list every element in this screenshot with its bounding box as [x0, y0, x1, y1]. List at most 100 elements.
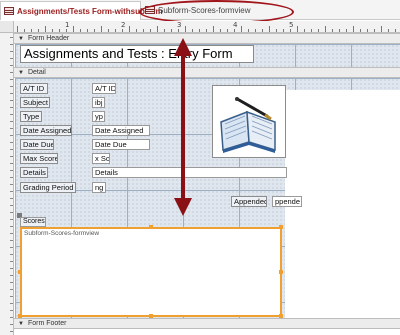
ruler-tick	[143, 29, 144, 32]
form-footer-bar[interactable]: ▼ Form Footer	[14, 318, 400, 329]
ruler-tick	[10, 324, 13, 325]
ruler-tick	[10, 142, 13, 143]
ruler-tick	[395, 29, 396, 32]
ruler-tick	[360, 29, 361, 32]
ruler-tick	[10, 93, 13, 94]
ruler-tick	[10, 191, 13, 192]
ruler-tick	[332, 29, 333, 32]
ruler-tick	[248, 29, 249, 32]
ruler-tick	[192, 29, 193, 32]
ruler-tick	[10, 100, 13, 101]
max-score-field[interactable]: x Sc	[92, 153, 110, 164]
resize-handle[interactable]	[279, 225, 283, 229]
ruler-tick	[234, 29, 235, 32]
date-assigned-label[interactable]: Date Assigned	[20, 125, 72, 136]
ruler-tick	[10, 135, 13, 136]
ruler-tick	[10, 275, 13, 276]
book-image[interactable]	[212, 85, 286, 158]
ruler-tick	[94, 29, 95, 32]
ruler-mark: 2	[121, 21, 126, 29]
ruler-tick	[262, 29, 263, 32]
ruler-tick	[10, 128, 13, 129]
resize-handle[interactable]	[149, 225, 153, 229]
at-id-field[interactable]: A/T ID	[92, 83, 116, 94]
date-due-field[interactable]: Date Due	[92, 139, 150, 150]
ruler-tick	[325, 26, 326, 32]
appended-field[interactable]: ppende	[272, 196, 302, 207]
appended-label[interactable]: Appended	[231, 196, 267, 207]
ruler-tick	[10, 282, 13, 283]
ruler-tick	[227, 29, 228, 32]
ruler-tick	[178, 29, 179, 32]
ruler-corner[interactable]	[0, 21, 14, 33]
section-label: Detail	[27, 69, 46, 76]
section-label: Form Footer	[27, 320, 67, 327]
subject-label[interactable]: Subject	[20, 97, 50, 108]
details-label[interactable]: Details	[20, 167, 48, 178]
ruler-tick	[311, 29, 312, 32]
ruler-tick	[10, 184, 13, 185]
ruler-tick	[10, 219, 13, 220]
ruler-tick	[10, 289, 13, 290]
ruler-tick	[38, 29, 39, 32]
horizontal-ruler[interactable]: 1 2 3 4 5	[14, 21, 400, 33]
ruler-tick	[304, 29, 305, 32]
ruler-tick	[213, 26, 214, 32]
ruler-tick	[101, 26, 102, 32]
type-field[interactable]: yp	[92, 111, 105, 122]
ruler-tick	[10, 121, 13, 122]
ruler-mark: 1	[65, 21, 70, 29]
ruler-tick	[10, 44, 13, 45]
ruler-tick	[150, 29, 151, 32]
form-title[interactable]: Assignments and Tests : Entry Form	[20, 45, 254, 63]
ruler-tick	[353, 26, 354, 32]
resize-handle[interactable]	[279, 270, 283, 274]
max-score-label[interactable]: Max Score	[20, 153, 58, 164]
grading-period-field[interactable]: ng F	[92, 182, 106, 193]
subform-scores-control[interactable]: Subform-Scores-formview	[20, 227, 282, 317]
ruler-tick	[346, 29, 347, 32]
ruler-tick	[10, 37, 13, 38]
date-assigned-field[interactable]: Date Assigned	[92, 125, 150, 136]
type-label[interactable]: Type	[20, 111, 42, 122]
ruler-tick	[10, 149, 13, 150]
ruler-tick	[10, 170, 13, 171]
resize-handle[interactable]	[18, 270, 22, 274]
ruler-tick	[10, 247, 13, 248]
ruler-tick	[388, 29, 389, 32]
ruler-tick	[10, 107, 13, 108]
grading-period-label[interactable]: Grading Period	[20, 182, 76, 193]
scores-label[interactable]: Scores	[20, 217, 46, 227]
ruler-tick	[10, 177, 13, 178]
ruler-tick	[10, 86, 13, 87]
ruler-tick	[241, 26, 242, 32]
ruler-tick	[206, 29, 207, 32]
at-id-label[interactable]: A/T ID	[20, 83, 48, 94]
section-arrow-icon: ▼	[18, 35, 24, 42]
form-icon	[4, 7, 14, 15]
ruler-tick	[220, 29, 221, 32]
ruler-tick	[80, 29, 81, 32]
subject-field[interactable]: ibj	[92, 97, 105, 108]
ruler-tick	[10, 79, 13, 80]
ruler-tick	[164, 29, 165, 32]
tab-assignments-form[interactable]: Assignments/Tests Form-withsubform	[0, 1, 163, 20]
detail-bar[interactable]: ▼ Detail	[14, 67, 400, 78]
date-due-label[interactable]: Date Due	[20, 139, 54, 150]
ruler-tick	[45, 26, 46, 32]
ruler-tick	[171, 29, 172, 32]
ruler-tick	[10, 114, 13, 115]
detail-blank-area	[285, 90, 400, 318]
form-header-bar[interactable]: ▼ Form Header	[14, 33, 400, 44]
ruler-tick	[10, 156, 13, 157]
ruler-tick	[52, 29, 53, 32]
open-book-icon	[220, 97, 276, 153]
ruler-tick	[59, 29, 60, 32]
ruler-tick	[10, 65, 13, 66]
ruler-tick	[66, 29, 67, 32]
details-field[interactable]: Details	[92, 167, 287, 178]
ruler-tick	[269, 26, 270, 32]
ruler-tick	[24, 29, 25, 32]
ruler-tick	[10, 226, 13, 227]
vertical-ruler[interactable]	[0, 33, 14, 335]
